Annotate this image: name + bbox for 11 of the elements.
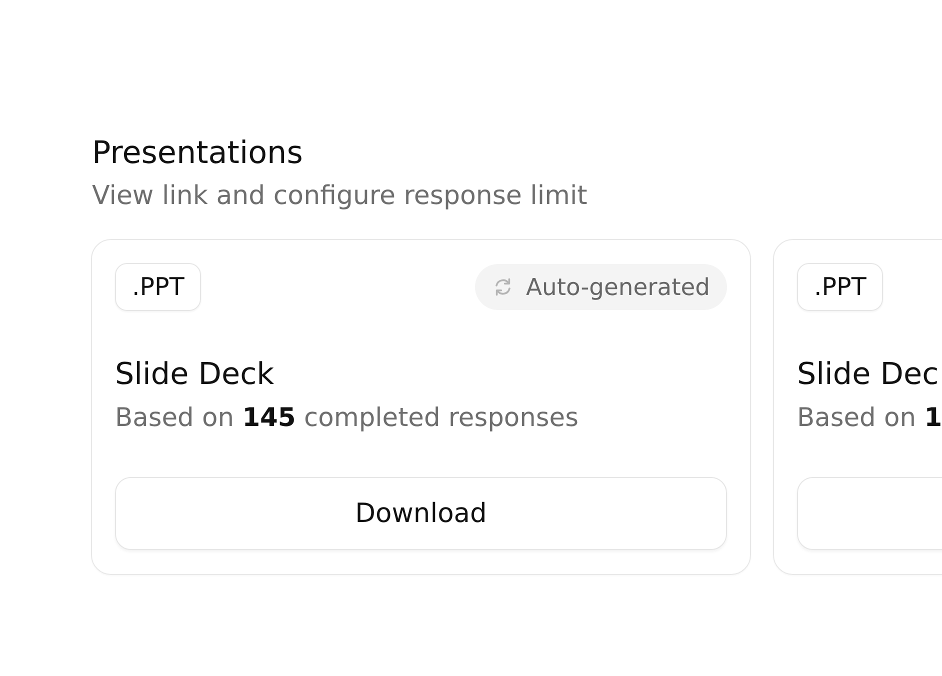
format-tag: .PPT xyxy=(797,263,884,311)
action-button[interactable]: Download xyxy=(115,477,727,550)
section-subtitle: View link and configure response limit xyxy=(91,180,588,212)
badge-label: Auto-generated xyxy=(526,272,710,303)
card-title: Slide Deck xyxy=(115,357,274,393)
refresh-icon xyxy=(493,277,513,297)
format-tag: .PPT xyxy=(115,263,202,311)
section-title: Presentations xyxy=(91,135,303,171)
card-description: Based on 1 xyxy=(797,402,942,434)
card-title: Slide Dec xyxy=(797,357,939,393)
card-description: Based on 145 completed responses xyxy=(115,402,578,434)
